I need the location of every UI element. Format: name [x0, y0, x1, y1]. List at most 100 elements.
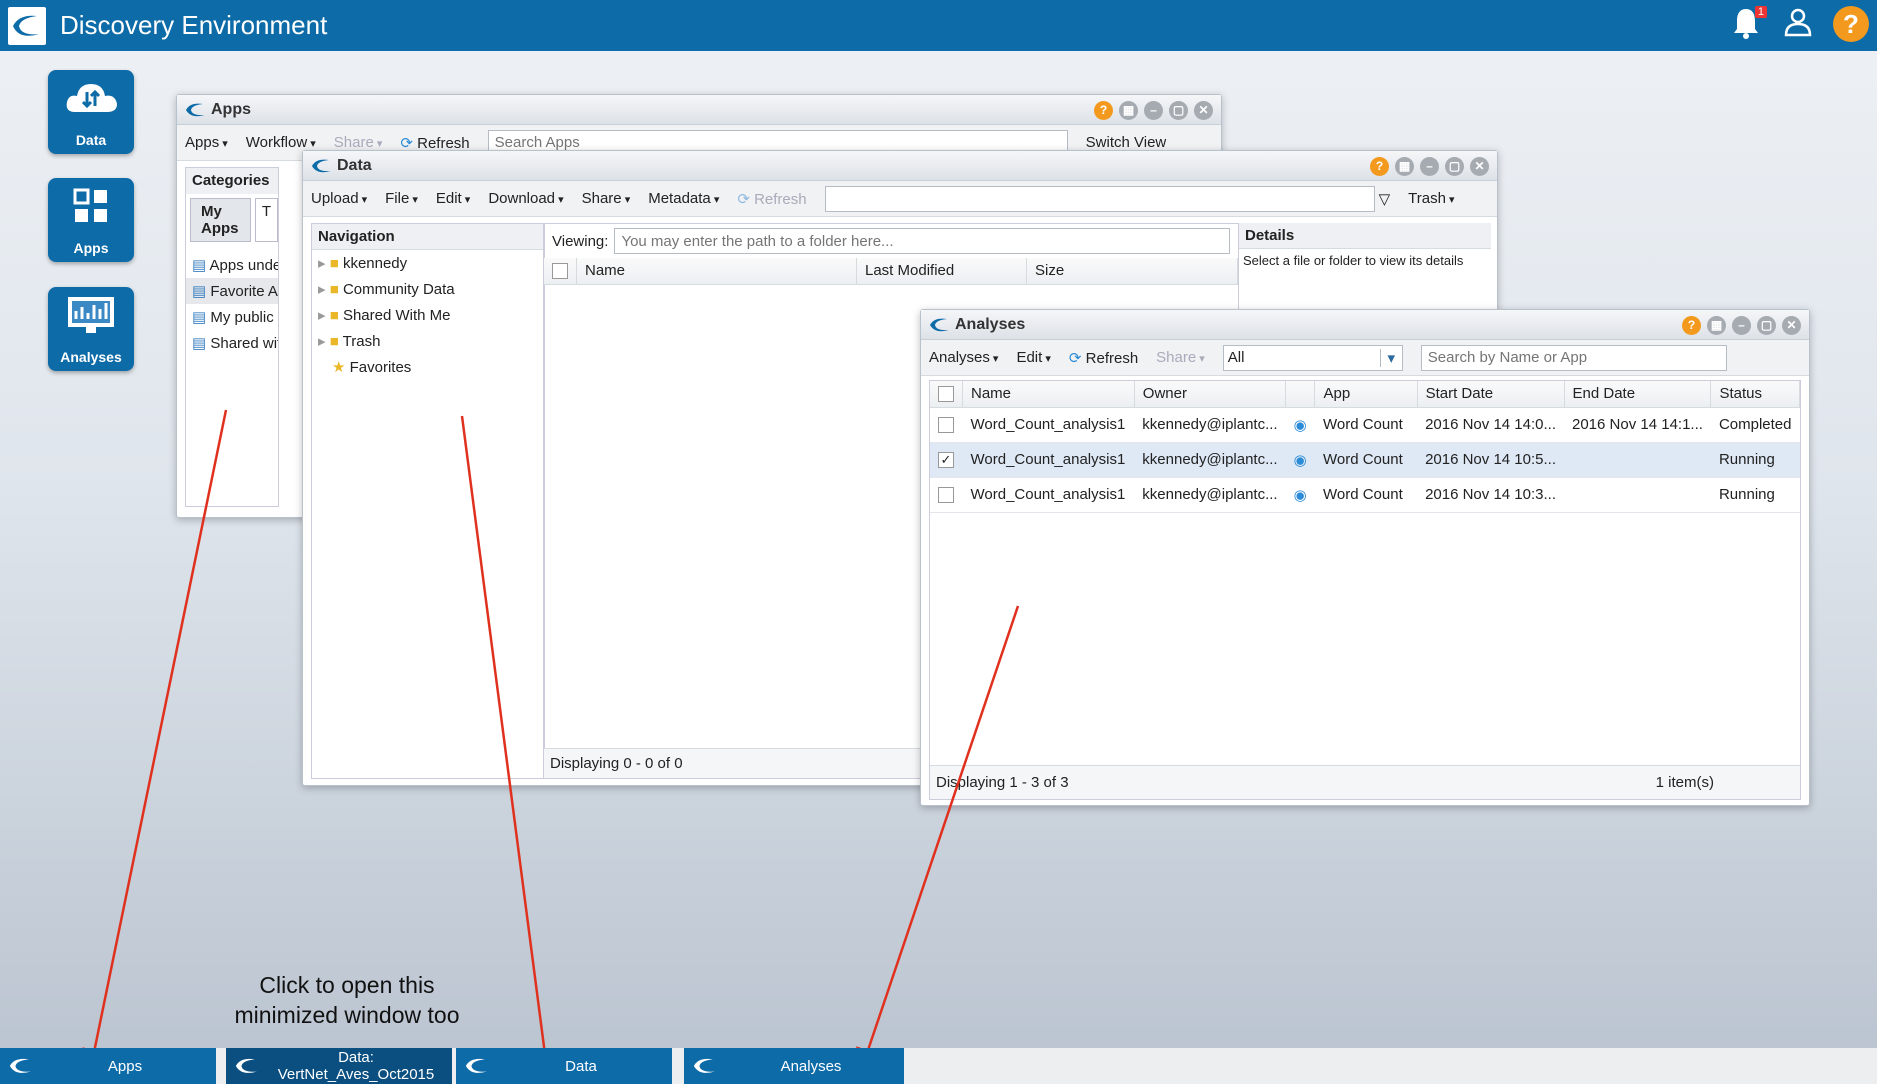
taskbar: Apps Data: VertNet_Aves_Oct2015 Data Ana…: [0, 1048, 1877, 1084]
download-menu[interactable]: Download: [488, 190, 563, 207]
col-end-date[interactable]: End Date: [1564, 381, 1712, 408]
select-all-checkbox[interactable]: [552, 263, 568, 280]
apps-window-header[interactable]: Apps ? ▦ – ▢ ✕: [177, 95, 1221, 125]
metadata-menu[interactable]: Metadata: [648, 190, 719, 207]
analyses-menu[interactable]: Analyses: [929, 349, 998, 366]
minimize-icon[interactable]: –: [1732, 316, 1751, 335]
analysis-name[interactable]: Word_Count_analysis1: [962, 477, 1135, 513]
data-search-input[interactable]: [824, 185, 1375, 212]
layout-icon[interactable]: ▦: [1119, 101, 1138, 120]
col-owner[interactable]: Owner: [1134, 381, 1287, 408]
category-item[interactable]: ▤ My public: [186, 304, 278, 330]
switch-view-button[interactable]: Switch View: [1086, 134, 1167, 151]
data-launcher-button[interactable]: Data: [48, 70, 134, 154]
refresh-button[interactable]: ⟳ Refresh: [1069, 349, 1138, 367]
col-name[interactable]: Name: [576, 258, 857, 285]
share-menu[interactable]: Share: [1156, 349, 1205, 366]
nav-item-label: Favorites: [349, 359, 412, 376]
data-window-header[interactable]: Data ? ▦ – ▢ ✕: [303, 151, 1497, 181]
refresh-button[interactable]: ⟳ Refresh: [400, 134, 469, 152]
analysis-name[interactable]: Word_Count_analysis1: [962, 407, 1135, 443]
nav-item-kkennedy[interactable]: ▸ ■ kkennedy: [312, 250, 544, 276]
layout-icon[interactable]: ▦: [1395, 157, 1414, 176]
nav-item-shared-with-me[interactable]: ▸ ■ Shared With Me: [312, 302, 544, 328]
close-icon[interactable]: ✕: [1782, 316, 1801, 335]
task-analyses[interactable]: Analyses: [684, 1048, 904, 1084]
help-icon[interactable]: ?: [1682, 316, 1701, 335]
nav-item-favorites[interactable]: ★ Favorites: [312, 354, 544, 380]
analyses-footer-count: Displaying 1 - 3 of 3: [936, 774, 1069, 791]
category-item[interactable]: ▤ Shared wit: [186, 330, 278, 356]
close-icon[interactable]: ✕: [1470, 157, 1489, 176]
category-item[interactable]: ▤ Apps unde: [186, 252, 278, 278]
de-logo-icon: [693, 1058, 715, 1073]
filter-icon[interactable]: ▽: [1379, 190, 1391, 208]
col-last-modified[interactable]: Last Modified: [856, 258, 1027, 285]
analysis-status: Running: [1710, 442, 1800, 478]
nav-item-trash[interactable]: ▸ ■ Trash: [312, 328, 544, 354]
col-size[interactable]: Size: [1026, 258, 1238, 285]
filter-value: All: [1227, 349, 1245, 366]
help-icon[interactable]: ?: [1094, 101, 1113, 120]
task-apps[interactable]: Apps: [0, 1048, 216, 1084]
minimize-icon[interactable]: –: [1144, 101, 1163, 120]
tab-my-apps[interactable]: My Apps: [190, 198, 251, 242]
category-item[interactable]: ▤ Favorite Ap: [186, 278, 278, 304]
table-row[interactable]: Word_Count_analysis1 kkennedy@iplantc...…: [930, 477, 1800, 513]
close-icon[interactable]: ✕: [1194, 101, 1213, 120]
upload-menu[interactable]: Upload: [311, 190, 367, 207]
annotation-text: Click to open this minimized window too: [212, 970, 482, 1030]
col-app[interactable]: App: [1314, 381, 1418, 408]
app-info-icon[interactable]: ◉: [1294, 487, 1307, 504]
viewing-label: Viewing:: [552, 232, 609, 250]
app-info-icon[interactable]: ◉: [1294, 417, 1307, 434]
app-info-icon[interactable]: ◉: [1294, 452, 1307, 469]
tab-other[interactable]: T: [254, 198, 278, 242]
navigation-panel: Navigation ▸ ■ kkennedy ▸ ■ Community Da…: [311, 223, 545, 779]
nav-item-community-data[interactable]: ▸ ■ Community Data: [312, 276, 544, 302]
share-menu[interactable]: Share: [582, 190, 631, 207]
layout-icon[interactable]: ▦: [1707, 316, 1726, 335]
workflow-menu[interactable]: Workflow: [246, 134, 316, 151]
row-checkbox[interactable]: ✓: [938, 452, 954, 469]
user-icon[interactable]: [1783, 7, 1813, 41]
filter-select[interactable]: All ▾: [1222, 344, 1403, 371]
row-checkbox[interactable]: [938, 487, 954, 504]
row-checkbox[interactable]: [938, 417, 954, 434]
analysis-name[interactable]: Word_Count_analysis1: [962, 442, 1135, 478]
path-input[interactable]: [614, 228, 1231, 254]
col-status[interactable]: Status: [1710, 381, 1800, 408]
nav-item-label: Trash: [342, 333, 381, 350]
help-icon[interactable]: ?: [1370, 157, 1389, 176]
task-data[interactable]: Data: [456, 1048, 672, 1084]
refresh-button[interactable]: ⟳ Refresh: [737, 190, 806, 208]
de-logo-icon: [8, 6, 46, 45]
maximize-icon[interactable]: ▢: [1757, 316, 1776, 335]
share-menu[interactable]: Share: [334, 134, 383, 151]
analyses-window-header[interactable]: Analyses ? ▦ – ▢ ✕: [921, 310, 1809, 340]
select-all-checkbox[interactable]: [938, 386, 954, 403]
de-logo-icon: [312, 159, 331, 172]
apps-menu[interactable]: Apps: [185, 134, 228, 151]
maximize-icon[interactable]: ▢: [1169, 101, 1188, 120]
apps-launcher-button[interactable]: Apps: [48, 178, 134, 262]
analyses-launcher-button[interactable]: Analyses: [48, 287, 134, 371]
notifications-bell-icon[interactable]: 1: [1731, 6, 1767, 42]
task-data-vertnet[interactable]: Data: VertNet_Aves_Oct2015: [226, 1048, 452, 1084]
edit-menu[interactable]: Edit: [436, 190, 470, 207]
analyses-search-input[interactable]: [1420, 344, 1727, 371]
chevron-down-icon[interactable]: ▾: [1379, 348, 1402, 367]
file-menu[interactable]: File: [385, 190, 418, 207]
trash-menu[interactable]: Trash: [1408, 190, 1454, 207]
data-table: Name Last Modified Size: [544, 258, 1238, 285]
apps-launcher-label: Apps: [73, 240, 109, 256]
edit-menu[interactable]: Edit: [1016, 349, 1050, 366]
col-start-date[interactable]: Start Date: [1417, 381, 1565, 408]
minimize-icon[interactable]: –: [1420, 157, 1439, 176]
help-icon[interactable]: ?: [1833, 6, 1869, 42]
navigation-label: Navigation: [312, 224, 544, 250]
table-row[interactable]: Word_Count_analysis1 kkennedy@iplantc...…: [930, 407, 1800, 443]
col-name[interactable]: Name: [962, 381, 1135, 408]
table-row[interactable]: ✓ Word_Count_analysis1 kkennedy@iplantc.…: [930, 442, 1800, 478]
maximize-icon[interactable]: ▢: [1445, 157, 1464, 176]
